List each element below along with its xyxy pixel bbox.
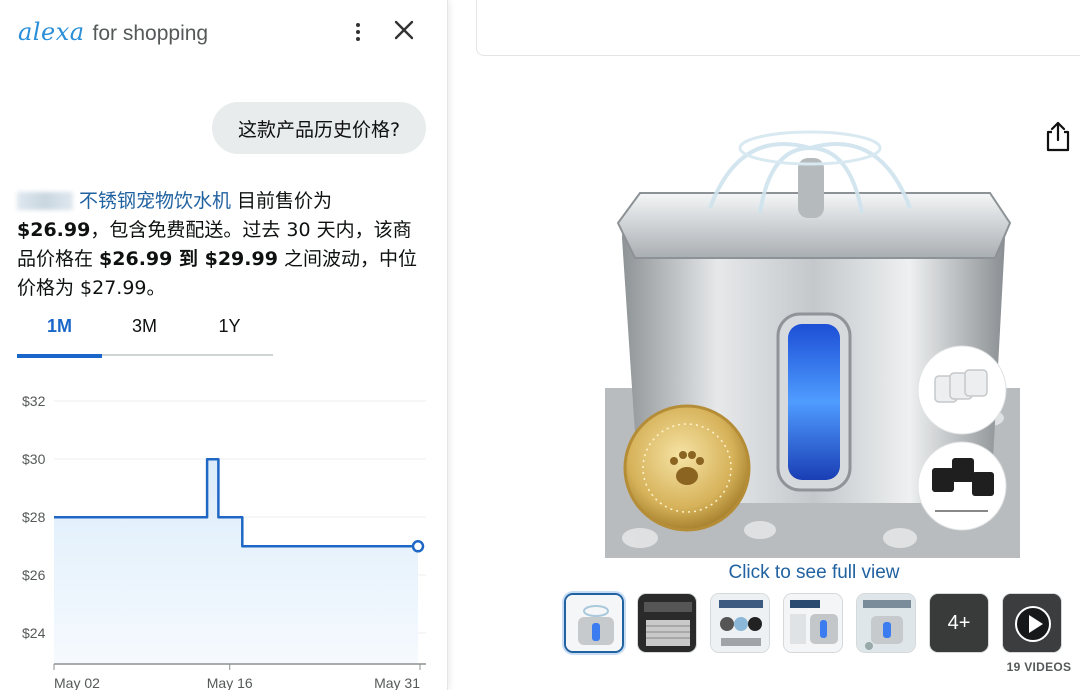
video-count-label: 19 VIDEOS bbox=[1006, 660, 1072, 674]
share-icon[interactable] bbox=[1044, 120, 1072, 152]
thumbnail-2[interactable] bbox=[637, 593, 697, 653]
thumbnail-video[interactable] bbox=[1002, 593, 1062, 653]
tab-1y[interactable]: 1Y bbox=[187, 312, 272, 356]
tab-1m[interactable]: 1M bbox=[17, 312, 102, 358]
thumbnail-5[interactable] bbox=[856, 593, 916, 653]
y-tick-label: $26 bbox=[22, 567, 46, 583]
current-price-marker bbox=[411, 540, 425, 553]
price-history-svg: $32 $30 $28 $26 $24 May 02 May 16 May 31 bbox=[22, 393, 426, 690]
y-tick-label: $28 bbox=[22, 509, 46, 525]
x-tick-label: May 16 bbox=[207, 675, 253, 690]
tab-3m[interactable]: 3M bbox=[102, 312, 187, 356]
alexa-logo: alexa bbox=[18, 18, 85, 46]
answer-text-1: 目前售价为 bbox=[231, 190, 333, 212]
price-area bbox=[54, 459, 418, 664]
blue-light bbox=[788, 324, 840, 480]
thumbnail-3[interactable] bbox=[710, 593, 770, 653]
y-tick-label: $24 bbox=[22, 625, 46, 641]
top-info-box bbox=[476, 0, 1080, 56]
price-history-chart: $32 $30 $28 $26 $24 May 02 May 16 May 31 bbox=[0, 380, 447, 690]
spout bbox=[798, 158, 824, 218]
thumbnail-4[interactable] bbox=[783, 593, 843, 653]
low-price: $26.99 bbox=[99, 248, 173, 270]
more-images-count: 4+ bbox=[930, 594, 988, 652]
y-tick-label: $32 bbox=[22, 393, 46, 409]
current-price: $26.99 bbox=[17, 219, 91, 241]
product-main-image[interactable] bbox=[600, 118, 1020, 560]
thumbnail-strip: 4+ bbox=[562, 593, 1080, 657]
product-name-link[interactable]: 不锈钢宠物饮水机 bbox=[79, 190, 231, 212]
user-message-bubble: 这款产品历史价格? bbox=[212, 102, 426, 154]
price-range-tabs: 1M 3M 1Y bbox=[17, 312, 273, 358]
blurred-brand-name bbox=[17, 192, 73, 210]
y-tick-label: $30 bbox=[22, 451, 46, 467]
alexa-answer: 不锈钢宠物饮水机 目前售价为 $26.99，包含免费配送。过去 30 天内，该商… bbox=[17, 187, 429, 303]
play-icon bbox=[1003, 594, 1061, 652]
x-tick-label: May 31 bbox=[374, 675, 420, 690]
more-vertical-icon[interactable] bbox=[346, 18, 370, 46]
close-icon[interactable] bbox=[390, 16, 418, 44]
thumbnail-more[interactable]: 4+ bbox=[929, 593, 989, 653]
thumbnail-1[interactable] bbox=[564, 593, 624, 653]
alexa-shopping-panel: alexa for shopping 这款产品历史价格? 不锈钢宠物饮水机 目前… bbox=[0, 0, 448, 690]
brand-suffix: for shopping bbox=[92, 22, 209, 45]
answer-text-3: 到 bbox=[172, 248, 205, 270]
high-price: $29.99 bbox=[204, 248, 278, 270]
alexa-brand: alexa for shopping bbox=[18, 18, 208, 46]
see-full-view-link[interactable]: Click to see full view bbox=[680, 562, 948, 584]
panel-header: alexa for shopping bbox=[0, 0, 447, 64]
x-tick-label: May 02 bbox=[54, 675, 100, 690]
